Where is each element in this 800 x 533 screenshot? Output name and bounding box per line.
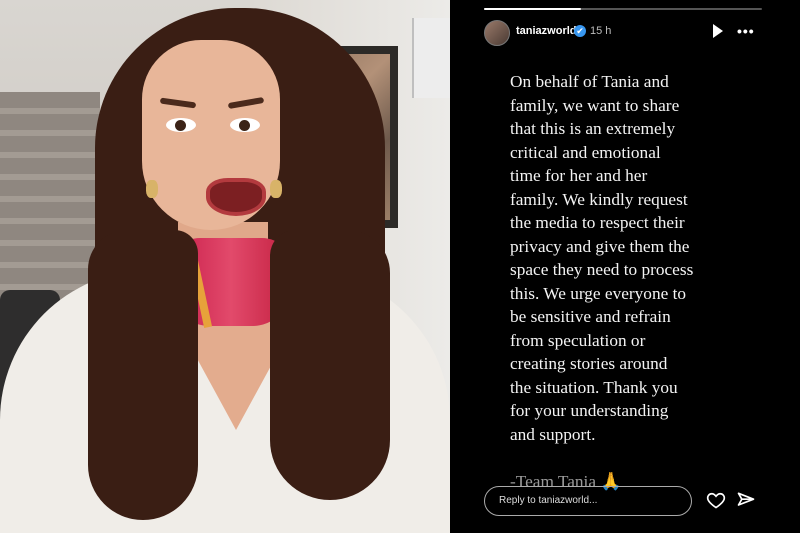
post-time: 15 h — [590, 25, 612, 37]
profile-username[interactable]: taniazworld — [516, 25, 577, 37]
send-icon[interactable] — [736, 490, 756, 510]
reply-input[interactable]: Reply to taniazworld... — [484, 486, 692, 516]
verified-badge-icon: ✔ — [574, 25, 586, 37]
woman-video-photo — [0, 0, 450, 533]
play-icon[interactable] — [713, 24, 723, 38]
right-eye — [230, 118, 260, 132]
left-earring — [146, 180, 158, 198]
profile-avatar[interactable] — [484, 20, 510, 46]
hair-right-side — [270, 230, 390, 500]
air-conditioner — [412, 18, 450, 98]
left-eye — [166, 118, 196, 132]
story-progress-fill — [484, 8, 582, 10]
story-message-text: On behalf of Tania and family, we want t… — [510, 72, 694, 444]
heart-icon[interactable] — [706, 490, 726, 510]
story-progress-bar — [484, 8, 762, 10]
right-earring — [270, 180, 282, 198]
hair-left-side — [88, 230, 198, 520]
mouth — [206, 178, 266, 216]
more-icon[interactable]: ••• — [737, 23, 755, 39]
